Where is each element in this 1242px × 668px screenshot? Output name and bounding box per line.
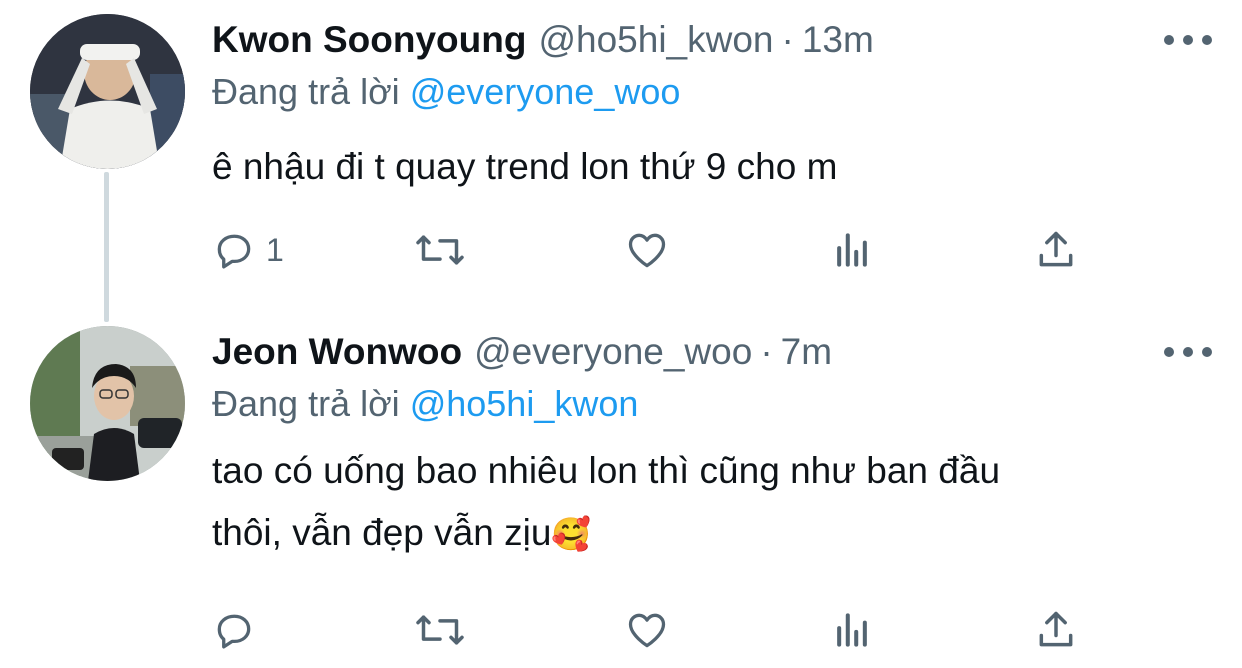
like-button[interactable]	[624, 602, 670, 658]
tweet-actions	[212, 602, 1092, 658]
reply-button[interactable]	[212, 602, 266, 658]
tweet-actions: 1	[212, 222, 1092, 278]
replying-label: Đang trả lời	[212, 71, 400, 112]
more-icon[interactable]	[1164, 340, 1212, 364]
share-icon	[1039, 611, 1073, 647]
tweet-text-line: thôi, vẫn đẹp vẫn zịu🥰	[212, 502, 1172, 565]
views-icon	[837, 613, 867, 647]
tweet-header: Kwon Soonyoung @ho5hi_kwon · 13m	[212, 18, 874, 62]
tweet-text: tao có uống bao nhiêu lon thì cũng như b…	[212, 440, 1172, 565]
separator: ·	[781, 19, 794, 60]
mention-link[interactable]: @everyone_woo	[410, 71, 681, 112]
avatar[interactable]	[30, 14, 185, 169]
like-button[interactable]	[624, 222, 670, 278]
tweet-text-line: tao có uống bao nhiêu lon thì cũng như b…	[212, 450, 1001, 491]
retweet-button[interactable]	[412, 602, 468, 658]
share-icon	[1039, 231, 1073, 267]
reply-button[interactable]: 1	[212, 222, 284, 278]
reply-icon	[217, 614, 251, 649]
retweet-icon	[416, 615, 464, 645]
heart-icon	[628, 613, 666, 648]
views-button[interactable]	[830, 222, 874, 278]
display-name[interactable]: Jeon Wonwoo	[212, 330, 462, 374]
smiling-hearts-emoji: 🥰	[551, 516, 592, 552]
replying-label: Đang trả lời	[212, 383, 400, 424]
mention-link[interactable]: @ho5hi_kwon	[410, 383, 639, 424]
tweet[interactable]: Kwon Soonyoung @ho5hi_kwon · 13m Đang tr…	[0, 0, 1242, 312]
views-button[interactable]	[830, 602, 874, 658]
heart-icon	[628, 233, 666, 268]
reply-icon	[217, 234, 251, 269]
tweet-text-line-2: thôi, vẫn đẹp vẫn zịu	[212, 512, 552, 553]
retweet-icon	[416, 235, 464, 265]
reply-count: 1	[266, 231, 284, 268]
tweet[interactable]: Jeon Wonwoo @everyone_woo · 7m Đang trả …	[0, 312, 1242, 668]
share-button[interactable]	[1034, 222, 1078, 278]
share-button[interactable]	[1034, 602, 1078, 658]
retweet-button[interactable]	[412, 222, 468, 278]
more-icon[interactable]	[1164, 28, 1212, 52]
timestamp[interactable]: 7m	[781, 330, 832, 374]
user-handle[interactable]: @ho5hi_kwon	[538, 18, 773, 62]
tweet-text: ê nhậu đi t quay trend lon thứ 9 cho m	[212, 146, 838, 187]
views-icon	[837, 233, 867, 267]
avatar[interactable]	[30, 326, 185, 481]
separator: ·	[760, 331, 773, 372]
user-handle[interactable]: @everyone_woo	[474, 330, 752, 374]
timestamp[interactable]: 13m	[802, 18, 874, 62]
display-name[interactable]: Kwon Soonyoung	[212, 18, 526, 62]
replying-to: Đang trả lời @ho5hi_kwon	[212, 382, 638, 426]
tweet-header: Jeon Wonwoo @everyone_woo · 7m	[212, 330, 832, 374]
replying-to: Đang trả lời @everyone_woo	[212, 70, 680, 114]
